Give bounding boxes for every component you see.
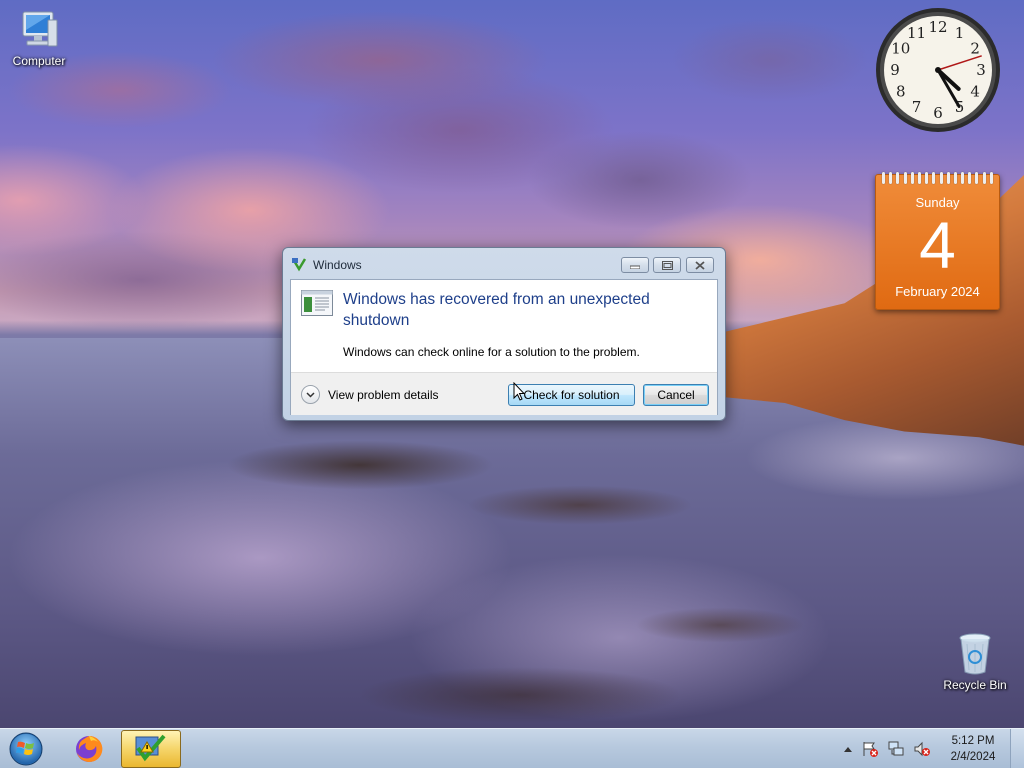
taskbar-time: 5:12 PM [951,735,995,747]
taskbar: 5:12 PM 2/4/2024 [0,728,1024,768]
clock-numeral: 3 [976,61,986,79]
dialog-content: Windows has recovered from an unexpected… [290,279,718,415]
volume-muted-icon[interactable] [913,740,931,758]
clock-numeral: 12 [928,18,947,36]
report-window-icon [301,290,333,316]
recycle-bin-icon [959,633,991,675]
problem-report-icon [135,734,166,762]
calendar-rings [882,172,993,184]
view-problem-details-toggle[interactable]: View problem details [301,385,439,404]
dialog-titlebar[interactable]: Windows [283,248,725,280]
restore-button[interactable] [653,257,681,273]
clock-numeral: 6 [933,104,943,122]
show-hidden-icons-icon[interactable] [843,745,853,753]
close-icon [695,260,705,270]
firefox-icon [76,735,103,762]
desktop-icon-recycle-bin[interactable]: Recycle Bin [938,630,1012,692]
network-icon[interactable] [887,740,905,758]
clock-numeral: 8 [896,83,906,101]
desktop-icon-label: Recycle Bin [943,678,1007,692]
problem-report-icon [291,258,307,272]
restore-icon [661,260,673,270]
clock-numeral: 2 [970,40,980,58]
clock-numeral: 11 [907,24,926,42]
taskbar-clock[interactable]: 5:12 PM 2/4/2024 [944,733,1002,765]
check-for-solution-button[interactable]: Check for solution [508,384,635,406]
calendar-day: 4 [919,208,956,282]
details-label: View problem details [328,387,439,402]
taskbar-firefox[interactable] [68,730,110,768]
taskbar-date: 2/4/2024 [950,751,996,763]
show-desktop-button[interactable] [1010,729,1024,768]
calendar-month-year: February 2024 [895,284,980,299]
dialog-title: Windows [313,258,362,272]
calendar-gadget[interactable]: Sunday 4 February 2024 [875,172,1000,310]
dialog-footer: View problem details Check for solution … [291,372,717,415]
clock-gadget[interactable]: 121234567891011 [874,6,1002,134]
recovery-dialog: Windows Windows has recovered from an un… [282,247,726,421]
clock-numeral: 4 [970,83,980,101]
computer-icon [22,11,58,47]
wallpaper-rocks [160,395,880,725]
desktop-icon-label: Computer [12,54,66,68]
clock-numeral: 9 [890,61,900,79]
clock-numeral: 10 [891,40,910,58]
clock-numeral: 7 [912,98,922,116]
chevron-down-icon[interactable] [301,385,320,404]
close-button[interactable] [686,257,714,273]
cancel-button[interactable]: Cancel [643,384,709,406]
wallpaper-clouds [0,0,1024,260]
taskbar-problem-reporting[interactable] [121,730,181,768]
windows-orb-icon [9,732,43,766]
minimize-button[interactable] [621,257,649,273]
notification-area [843,738,931,760]
start-button[interactable] [6,731,46,767]
dialog-message: Windows can check online for a solution … [343,345,640,359]
clock-numeral: 1 [955,24,965,42]
desktop-icon-computer[interactable]: Computer [2,8,76,68]
analog-clock: 121234567891011 [876,8,1000,132]
main-instruction: Windows has recovered from an unexpected… [343,291,650,329]
action-center-icon[interactable] [861,740,879,758]
mouse-cursor-icon [513,382,525,401]
minimize-icon [630,265,640,269]
